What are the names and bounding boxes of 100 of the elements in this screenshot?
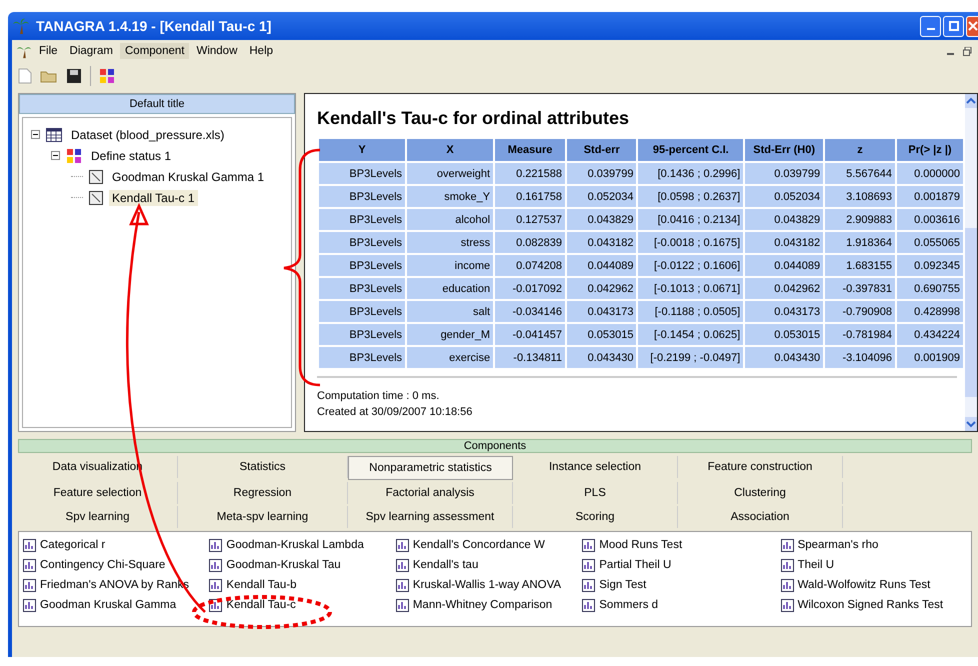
method-list-entry[interactable]: Kendall Tau-b <box>226 579 297 591</box>
method-list-entry[interactable]: Sommers d <box>599 599 658 611</box>
table-cell: 0.039799 <box>567 163 636 184</box>
open-folder-icon[interactable] <box>40 69 58 83</box>
method-list-entry[interactable]: Mann-Whitney Comparison <box>412 599 552 611</box>
component-icon <box>780 578 794 592</box>
method-list-entry[interactable]: Kendall Tau-c <box>226 599 296 611</box>
restore-icon[interactable] <box>963 46 972 56</box>
table-cell: 0.039799 <box>745 163 824 184</box>
tree-item[interactable]: Goodman Kruskal Gamma 1 <box>109 168 268 184</box>
report-note: Computation time : 0 ms. <box>317 389 440 404</box>
category-tab[interactable]: Instance selection <box>513 456 678 478</box>
table-cell: BP3Levels <box>319 301 406 322</box>
menu-item[interactable]: Component <box>120 43 190 59</box>
method-list-entry[interactable]: Wald-Wolfowitz Runs Test <box>798 579 930 591</box>
table-cell: 1.918364 <box>825 232 895 253</box>
table-cell: 0.044089 <box>567 255 636 276</box>
table-icon <box>46 128 62 142</box>
table-cell: -0.041457 <box>495 324 566 345</box>
close-icon <box>968 21 978 31</box>
table-cell: 0.053015 <box>745 324 824 345</box>
method-list-entry[interactable]: Theil U <box>798 559 834 571</box>
minimize-button[interactable] <box>920 16 941 36</box>
component-icon <box>396 538 409 552</box>
component-icon <box>582 578 596 592</box>
table-cell: 0.043182 <box>745 232 824 253</box>
column-header: Pr(> |z |) <box>897 139 963 161</box>
maximize-button[interactable] <box>943 16 964 36</box>
category-tab[interactable]: Meta-spv learning <box>178 506 348 528</box>
save-icon[interactable] <box>66 68 82 84</box>
method-list-entry[interactable]: Goodman-Kruskal Lambda <box>226 539 364 551</box>
menu-item[interactable]: Window <box>191 43 242 59</box>
close-button[interactable] <box>966 16 978 36</box>
puzzle-icon <box>66 148 82 164</box>
table-cell: -0.134811 <box>495 347 566 368</box>
category-tab[interactable]: Scoring <box>513 506 678 528</box>
table-cell: [-0.1188 ; 0.0505] <box>638 301 744 322</box>
category-tab[interactable]: PLS <box>513 482 678 504</box>
table-cell: BP3Levels <box>319 278 406 299</box>
table-cell: 0.042962 <box>567 278 636 299</box>
vertical-scrollbar[interactable] <box>965 94 977 431</box>
puzzle-icon[interactable] <box>99 68 115 84</box>
category-tab[interactable]: Association <box>678 506 843 528</box>
table-cell: [-0.2199 ; -0.0497] <box>638 347 744 368</box>
table-cell: BP3Levels <box>319 209 406 230</box>
table-cell: 0.001909 <box>897 347 963 368</box>
method-list-entry[interactable]: Partial Theil U <box>599 559 672 571</box>
table-cell: 0.428998 <box>897 301 963 322</box>
table-cell: [-0.1013 ; 0.0671] <box>638 278 744 299</box>
menu-item[interactable]: Diagram <box>64 43 118 59</box>
component-icon <box>396 558 409 572</box>
method-list-entry[interactable]: Contingency Chi-Square <box>40 559 166 571</box>
category-tab[interactable]: Feature construction <box>678 456 843 478</box>
table-cell: 0.044089 <box>745 255 824 276</box>
menu-item[interactable]: File <box>34 43 63 59</box>
tree-item[interactable]: Define status 1 <box>88 148 174 164</box>
column-header: Measure <box>495 139 566 161</box>
table-cell: 0.074208 <box>495 255 566 276</box>
table-cell: -0.781984 <box>825 324 895 345</box>
table-cell: 0.055065 <box>897 232 963 253</box>
table-cell: [-0.1454 ; 0.0625] <box>638 324 744 345</box>
tree-item[interactable]: Dataset (blood_pressure.xls) <box>68 126 228 142</box>
table-cell: 0.043182 <box>567 232 636 253</box>
component-icon <box>396 598 409 612</box>
collapse-icon[interactable] <box>31 130 40 139</box>
category-tab[interactable]: Feature selection <box>18 482 178 504</box>
component-icon <box>23 598 36 612</box>
table-cell: 0.001879 <box>897 186 963 207</box>
method-list-entry[interactable]: Spearman's rho <box>798 539 878 551</box>
method-list-entry[interactable]: Goodman-Kruskal Tau <box>226 559 341 571</box>
table-cell: 0.052034 <box>567 186 636 207</box>
scroll-down-icon[interactable] <box>965 417 977 431</box>
component-icon <box>582 538 596 552</box>
component-icon <box>209 578 222 592</box>
table-cell: education <box>407 278 494 299</box>
category-tab[interactable]: Spv learning assessment <box>348 506 513 528</box>
category-tab[interactable]: Spv learning <box>18 506 178 528</box>
category-tab[interactable]: Regression <box>178 482 348 504</box>
table-cell: 0.127537 <box>495 209 566 230</box>
collapse-icon[interactable] <box>51 151 60 160</box>
method-list-entry[interactable]: Sign Test <box>599 579 646 591</box>
table-cell: BP3Levels <box>319 347 406 368</box>
category-tab[interactable]: Nonparametric statistics <box>348 456 513 480</box>
method-list-entry[interactable]: Kendall's Concordance W <box>412 539 545 551</box>
table-cell: BP3Levels <box>319 324 406 345</box>
table-cell: [0.1436 ; 0.2996] <box>638 163 744 184</box>
table-cell: [-0.0018 ; 0.1675] <box>638 232 744 253</box>
method-list-entry[interactable]: Categorical r <box>40 539 106 551</box>
table-cell: income <box>407 255 494 276</box>
method-list-entry[interactable]: Goodman Kruskal Gamma <box>40 599 176 611</box>
method-list-entry[interactable]: Kruskal-Wallis 1-way ANOVA <box>412 579 562 591</box>
category-tab[interactable]: Clustering <box>678 482 843 504</box>
tree-item[interactable]: Kendall Tau-c 1 <box>109 190 198 206</box>
method-list-entry[interactable]: Wilcoxon Signed Ranks Test <box>798 599 944 611</box>
method-list-entry[interactable]: Mood Runs Test <box>599 539 682 551</box>
method-list-entry[interactable]: Kendall's tau <box>412 559 478 571</box>
menu-item[interactable]: Help <box>244 43 278 59</box>
table-cell: stress <box>407 232 494 253</box>
scroll-up-icon[interactable] <box>965 94 977 108</box>
category-tab[interactable]: Factorial analysis <box>348 482 513 504</box>
